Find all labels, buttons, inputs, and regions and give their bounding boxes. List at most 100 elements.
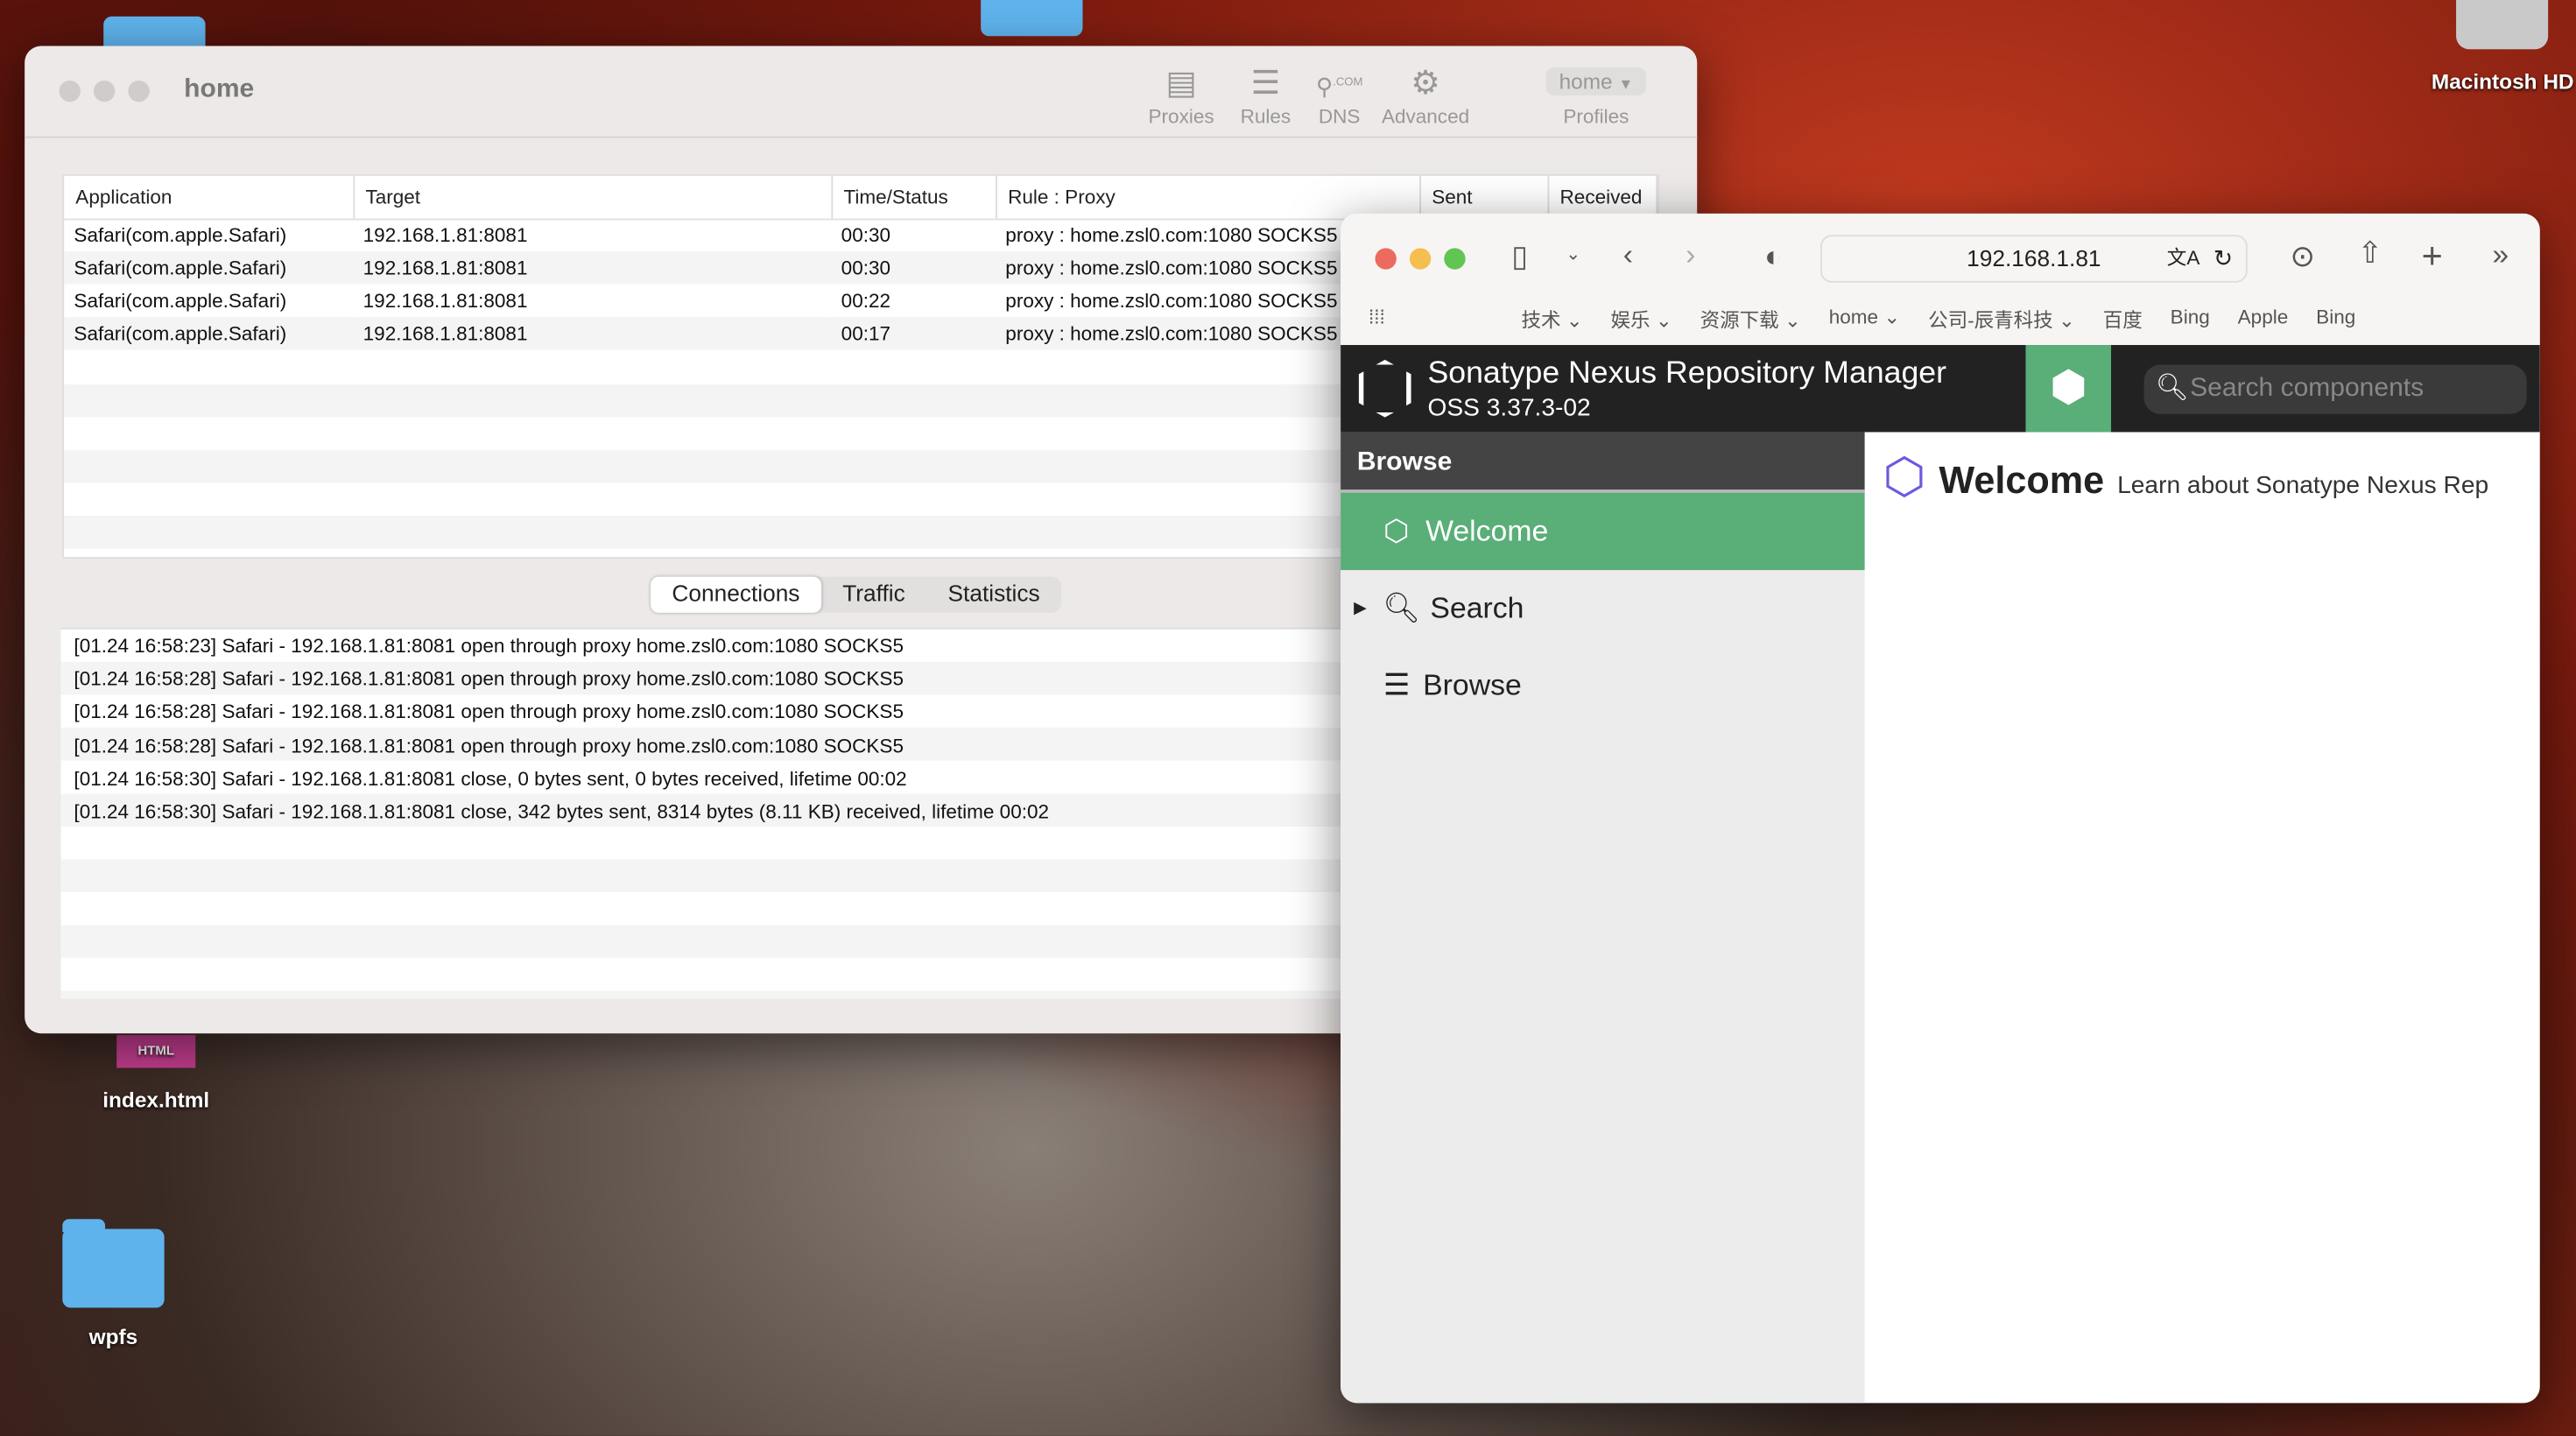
log-entry: [01.24 16:58:23] Safari - 192.168.1.81:8… — [74, 634, 904, 658]
column-header[interactable]: Sent — [1419, 175, 1549, 220]
bookmark-item[interactable]: 资源下载 ⌄ — [1700, 306, 1801, 334]
table-cell: 192.168.1.81:8081 — [353, 251, 832, 285]
welcome-title: Welcome — [1939, 458, 2105, 502]
log-list: [01.24 16:58:23] Safari - 192.168.1.81:8… — [60, 627, 1359, 999]
welcome-subtitle: Learn about Sonatype Nexus Rep — [2117, 471, 2489, 500]
address-bar[interactable]: 192.168.1.81 文A ↻ — [1819, 235, 2248, 283]
table-cell: 192.168.1.81:8081 — [362, 289, 528, 313]
tab-traffic[interactable]: Traffic — [821, 577, 926, 613]
column-header[interactable]: Rule : Proxy — [996, 175, 1421, 220]
bookmark-item[interactable]: home ⌄ — [1829, 306, 1900, 334]
bookmarks-bar: 技术 ⌄ 娱乐 ⌄ 资源下载 ⌄ home ⌄ 公司-辰青科技 ⌄ 百度 Bing Apple… — [1521, 306, 2355, 334]
folder-icon[interactable] — [981, 0, 1083, 37]
table-cell: 00:30 — [841, 223, 891, 247]
nexus-header: Sonatype Nexus Repository Manager OSS 3.… — [1341, 345, 2540, 433]
window-controls[interactable] — [59, 80, 163, 110]
hexagon-icon: ⬡ — [1383, 514, 1410, 547]
tab-statistics[interactable]: Statistics — [926, 577, 1061, 613]
sidebar-icon[interactable]: ▯ — [1511, 240, 1528, 274]
welcome-heading: ⬡ Welcome Learn about Sonatype Nexus Rep — [1883, 448, 2488, 506]
html-file-icon: HTML — [116, 1035, 196, 1068]
folder-icon — [62, 1219, 165, 1308]
expand-arrow-icon[interactable]: ▶ — [1354, 600, 1366, 618]
search-icon: 🔍︎ — [2155, 374, 2189, 403]
toolbar-rules[interactable]: ☰ Rules — [1241, 62, 1292, 128]
hard-drive-icon — [2456, 0, 2549, 50]
table-cell: 192.168.1.81:8081 — [353, 317, 832, 350]
desktop-icon-wpfs[interactable]: wpfs — [49, 1219, 177, 1349]
dns-search-icon: ⚲.COM — [1315, 73, 1363, 100]
back-icon[interactable]: ‹ — [1623, 238, 1633, 272]
bookmark-item[interactable]: 百度 — [2103, 306, 2143, 334]
toolbar-advanced[interactable]: ⚙ Advanced — [1382, 62, 1469, 128]
table-cell: 00:17 — [831, 317, 996, 350]
search-icon: 🔍︎ — [1383, 591, 1421, 624]
table-cell: 00:30 — [831, 251, 996, 285]
desktop-icon-label: wpfs — [88, 1324, 138, 1349]
browse-mode-cube-icon[interactable]: ⬢ — [2025, 345, 2112, 433]
log-entry: [01.24 16:58:30] Safari - 192.168.1.81:8… — [74, 766, 907, 791]
column-header[interactable]: Target — [353, 175, 833, 220]
table-cell: 00:22 — [841, 289, 891, 313]
close-button[interactable] — [59, 80, 81, 102]
new-tab-icon[interactable]: + — [2422, 235, 2443, 278]
privacy-shield-icon[interactable]: ◐ — [1764, 240, 1782, 274]
welcome-hexagon-icon: ⬡ — [1883, 450, 1926, 505]
profiles-label: Profiles — [1563, 105, 1629, 129]
chevron-down-icon: ⌄ — [1560, 308, 1583, 333]
desktop-icon-label: index.html — [102, 1088, 210, 1113]
bookmark-item[interactable]: Bing — [2171, 306, 2210, 334]
share-icon[interactable]: ⇧ — [2357, 236, 2382, 271]
bookmark-item[interactable]: 娱乐 ⌄ — [1611, 306, 1672, 334]
sidebar-item-welcome[interactable]: ⬡ Welcome — [1341, 492, 1865, 571]
translate-icon[interactable]: 文A — [2167, 236, 2200, 281]
bookmark-item[interactable]: Bing — [2316, 306, 2355, 334]
profiles-control[interactable]: home ▼ Profiles — [1545, 67, 1647, 129]
zoom-button[interactable] — [128, 80, 150, 102]
close-button[interactable] — [1375, 248, 1397, 270]
table-cell: Safari(com.apple.Safari) — [74, 223, 287, 247]
gear-icon: ⚙ — [1411, 66, 1440, 102]
sidebar-item-search[interactable]: ▶ 🔍︎ Search — [1341, 570, 1865, 647]
nexus-sidebar: Browse ⬡ Welcome ▶ 🔍︎ Search ☰ Browse — [1341, 432, 1865, 1404]
window-controls[interactable] — [1375, 248, 1466, 270]
app-title: Sonatype Nexus Repository Manager — [1427, 356, 1947, 391]
download-icon[interactable]: ⊙ — [2291, 240, 2315, 274]
log-entry: [01.24 16:58:28] Safari - 192.168.1.81:8… — [74, 667, 904, 691]
app-version: OSS 3.37.3-02 — [1427, 394, 1591, 423]
sidebar-item-browse[interactable]: ☰ Browse — [1341, 647, 1865, 724]
log-entry: [01.24 16:58:28] Safari - 192.168.1.81:8… — [74, 700, 904, 724]
profiles-dropdown[interactable]: home ▼ — [1545, 67, 1647, 95]
safari-toolbar: ▯ ⌄ ‹ › ◐ 192.168.1.81 文A ↻ ⊙ ⇧ + » ⁞⁞⁞ … — [1341, 213, 2540, 346]
column-header[interactable]: Time/Status — [831, 175, 996, 220]
chevron-down-icon: ▼ — [1618, 75, 1634, 93]
bookmark-item[interactable]: 公司-辰青科技 ⌄ — [1928, 306, 2075, 334]
sidebar-header: Browse — [1341, 432, 1865, 493]
minimize-button[interactable] — [1409, 248, 1432, 270]
desktop-icon-label: Macintosh HD — [2431, 68, 2574, 94]
bookmark-item[interactable]: Apple — [2238, 306, 2289, 334]
forward-icon[interactable]: › — [1686, 238, 1695, 272]
zoom-button[interactable] — [1444, 248, 1466, 270]
bookmark-item[interactable]: 技术 ⌄ — [1521, 306, 1582, 334]
toolbar-dns[interactable]: ⚲.COM DNS — [1315, 62, 1363, 129]
more-icon[interactable]: » — [2492, 238, 2509, 272]
tab-connections[interactable]: Connections — [651, 576, 821, 613]
column-header[interactable]: Received — [1547, 175, 1658, 220]
desktop-icon-index-html[interactable]: HTML index.html — [82, 1035, 230, 1112]
column-header[interactable]: Application — [64, 175, 355, 220]
table-cell: Safari(com.apple.Safari) — [64, 317, 354, 350]
toolbar-proxies[interactable]: ▤ Proxies — [1149, 62, 1214, 128]
grid-icon[interactable]: ⁞⁞⁞ — [1369, 306, 1385, 328]
table-cell: Safari(com.apple.Safari) — [74, 289, 287, 313]
folder-icon[interactable] — [103, 16, 206, 46]
desktop-icon-macintosh-hd[interactable]: Macintosh HD — [2432, 0, 2574, 94]
search-components-input[interactable]: 🔍︎ Search components — [2143, 364, 2527, 414]
chevron-down-icon[interactable]: ⌄ — [1566, 243, 1580, 265]
log-entry: [01.24 16:58:28] Safari - 192.168.1.81:8… — [74, 733, 904, 757]
minimize-button[interactable] — [93, 80, 116, 102]
reload-icon[interactable]: ↻ — [2214, 236, 2233, 281]
log-entry: [01.24 16:58:30] Safari - 192.168.1.81:8… — [74, 799, 1050, 823]
chevron-down-icon: ⌄ — [1650, 308, 1672, 333]
nexus-logo-icon — [1358, 359, 1411, 418]
